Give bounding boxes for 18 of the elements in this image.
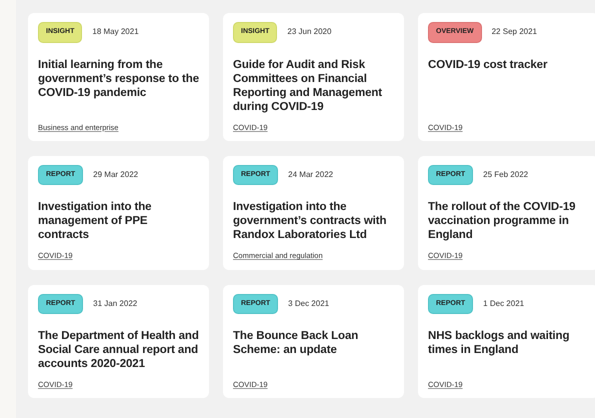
card-title[interactable]: Investigation into the management of PPE contracts (38, 200, 199, 242)
date-text: 3 Dec 2021 (288, 298, 330, 310)
date-text: 31 Jan 2022 (93, 298, 138, 310)
date-text: 25 Feb 2022 (483, 169, 528, 181)
card-title[interactable]: Initial learning from the government’s response to the COVID-19 pandemic (38, 58, 199, 100)
card-title[interactable]: Guide for Audit and Risk Committees on Financial Reporting and Management during COVID-19 (233, 58, 394, 114)
card-title[interactable]: The rollout of the COVID-19 vaccination programme in England (428, 200, 589, 242)
date-text: 23 Jun 2020 (287, 26, 332, 38)
card-title[interactable]: The Bounce Back Loan Scheme: an update (233, 329, 394, 357)
date-text: 24 Mar 2022 (288, 169, 334, 181)
card-title[interactable]: COVID-19 cost tracker (428, 58, 589, 72)
date-text: 18 May 2021 (92, 26, 139, 38)
date-text: 29 Mar 2022 (93, 169, 138, 181)
date-text: 22 Sep 2021 (492, 26, 537, 38)
card-title[interactable]: Investigation into the government’s contracts with Randox Laboratories Ltd (233, 200, 394, 242)
card-title[interactable]: The Department of Health and Social Care annual report and accounts 2020-2021 (38, 329, 199, 371)
card-title[interactable]: NHS backlogs and waiting times in England (428, 329, 589, 357)
date-text: 1 Dec 2021 (483, 298, 524, 310)
